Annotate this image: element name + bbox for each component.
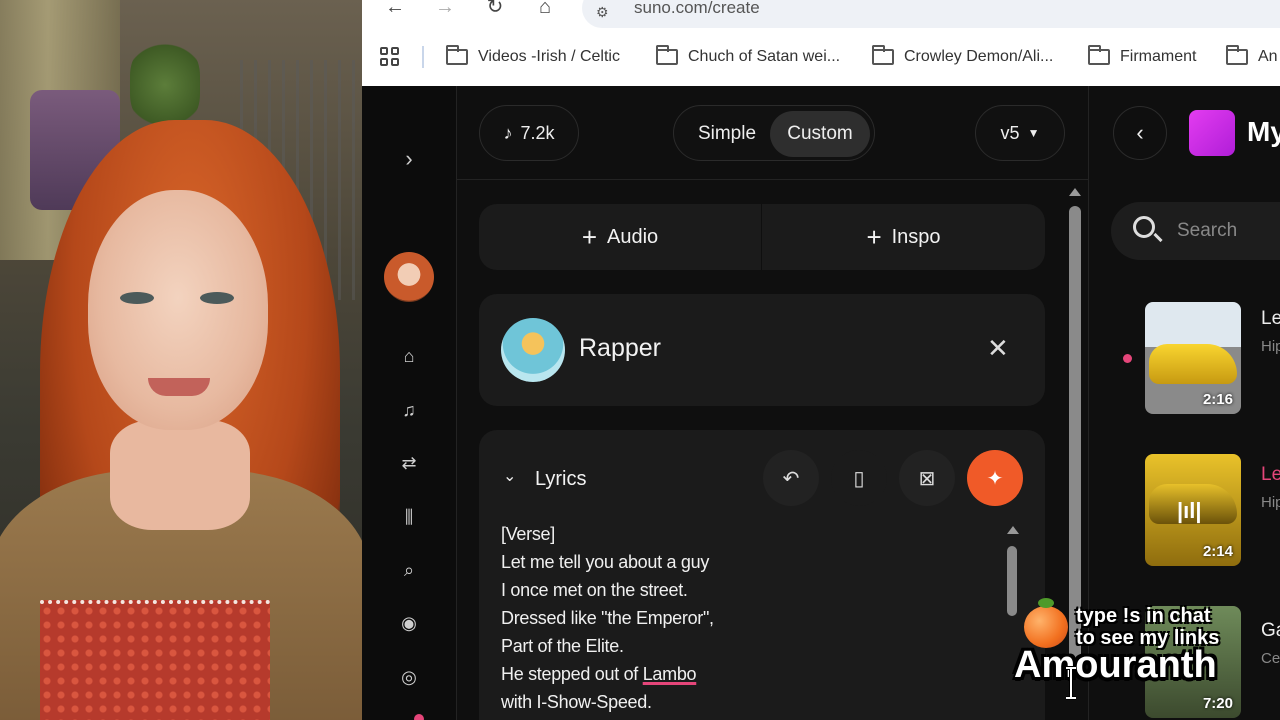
studio-icon[interactable]: ⇄	[398, 452, 420, 474]
version-dropdown[interactable]: v5 ▼	[975, 105, 1065, 161]
playing-bars-icon: |ıl|	[1177, 498, 1202, 523]
avatar[interactable]	[384, 252, 434, 302]
plus-icon: +	[866, 221, 882, 252]
bookmark-icon[interactable]: ▯	[831, 450, 887, 506]
library-icon[interactable]: ⫼	[398, 506, 420, 528]
clear-icon[interactable]: ⊠	[899, 450, 955, 506]
tab-custom[interactable]: Custom	[770, 111, 870, 157]
webcam-feed	[0, 0, 362, 720]
folder-icon	[1226, 45, 1248, 65]
scroll-up-icon[interactable]	[1007, 526, 1019, 534]
forward-arrow-icon[interactable]: →	[430, 0, 460, 18]
song-genre: Hip	[1261, 494, 1280, 511]
persona-card[interactable]: Rapper ✕	[479, 294, 1045, 406]
bookmark-folder[interactable]: Firmament	[1088, 45, 1196, 68]
stream-overlay: type !s in chat to see my links Amourant…	[1010, 598, 1280, 720]
lyrics-label[interactable]: Lyrics	[535, 468, 586, 491]
lyrics-line: He stepped out of Lambo	[501, 664, 697, 684]
bookmarks-separator	[422, 46, 424, 68]
reload-icon[interactable]: ↻	[480, 0, 510, 18]
song-genre: Hip	[1261, 338, 1280, 355]
create-topbar: ♪ 7.2k Simple Custom v5 ▼	[457, 86, 1089, 180]
lyrics-line: I once met on the street.	[501, 580, 688, 600]
streamer-neck	[110, 420, 250, 530]
persona-image	[501, 318, 565, 382]
lyrics-line: Let me tell you about a guy	[501, 552, 710, 572]
browser-chrome: ← → ↻ ⌂ ⚙ suno.com/create Videos -Irish …	[362, 0, 1280, 86]
workspace-thumbnail	[1189, 110, 1235, 156]
close-icon[interactable]: ✕	[987, 334, 1009, 362]
back-button[interactable]: ‹	[1113, 106, 1167, 160]
text-cursor-icon	[1066, 666, 1076, 700]
music-note-icon: ♪	[503, 122, 513, 143]
magic-wand-icon[interactable]: ✦	[967, 450, 1023, 506]
tab-simple[interactable]: Simple	[680, 111, 774, 157]
url-text[interactable]: suno.com/create	[634, 0, 760, 18]
lyrics-line: Part of the Elite.	[501, 636, 624, 656]
site-settings-icon[interactable]: ⚙	[596, 4, 614, 20]
now-playing-dot	[1123, 354, 1132, 363]
add-audio-button[interactable]: + Audio	[479, 204, 762, 270]
plus-icon: +	[581, 221, 598, 252]
bookmark-folder[interactable]: Chuch of Satan wei...	[656, 45, 840, 68]
address-bar[interactable]: ⚙ suno.com/create	[582, 0, 1280, 28]
caret-down-icon: ▼	[1027, 126, 1040, 140]
folder-icon	[872, 45, 894, 65]
song-duration: 2:16	[1202, 391, 1233, 408]
streamer-eye	[120, 292, 154, 304]
lyrics-line: [Verse]	[501, 524, 555, 544]
scroll-up-icon[interactable]	[1069, 188, 1081, 196]
song-title[interactable]: Le	[1261, 308, 1280, 330]
workspace-title[interactable]: My	[1247, 116, 1280, 148]
streamer-mouth	[148, 378, 210, 396]
undo-icon[interactable]: ↶	[763, 450, 819, 506]
home-icon[interactable]: ⌂	[398, 345, 420, 367]
car-image	[1149, 344, 1237, 384]
create-music-icon[interactable]: ♫	[398, 399, 420, 421]
apps-grid-icon[interactable]	[380, 47, 400, 67]
song-thumbnail[interactable]: |ıl| 2:14	[1145, 454, 1241, 566]
back-arrow-icon[interactable]: ←	[380, 0, 410, 18]
explore-compass-icon[interactable]: ◎	[398, 666, 420, 688]
mode-toggle: Simple Custom	[673, 105, 875, 161]
streamer-top	[40, 600, 270, 720]
search-icon[interactable]: ⌕	[398, 559, 420, 581]
radio-icon[interactable]: ◉	[398, 612, 420, 634]
streamer-name: Amouranth	[1014, 644, 1217, 686]
search-placeholder: Search	[1177, 220, 1238, 241]
misspelled-word: Lambo	[642, 664, 697, 684]
background-plant	[130, 40, 200, 130]
folder-icon	[446, 45, 468, 65]
lyrics-line: Dressed like "the Emperor",	[501, 608, 714, 628]
folder-icon	[656, 45, 678, 65]
lyrics-line: with I-Show-Speed.	[501, 692, 652, 712]
overlay-line: type !s in chat	[1076, 605, 1211, 627]
lyrics-textarea[interactable]: [Verse] Let me tell you about a guy I on…	[501, 520, 1001, 716]
chevron-down-icon[interactable]: ⌄	[503, 466, 516, 486]
expand-chevron-icon[interactable]: ›	[398, 148, 420, 170]
streamer-eye	[200, 292, 234, 304]
bookmark-folder[interactable]: An	[1226, 45, 1278, 68]
create-panel: ♪ 7.2k Simple Custom v5 ▼ + Audio + Inspo …	[456, 86, 1089, 720]
browser-nav: ← → ↻ ⌂ ⚙ suno.com/create	[362, 0, 1280, 38]
bookmark-folder[interactable]: Crowley Demon/Ali...	[872, 45, 1053, 68]
song-duration: 2:14	[1202, 543, 1233, 560]
credits-button[interactable]: ♪ 7.2k	[479, 105, 579, 161]
sidebar-rail: › ⌂ ♫ ⇄ ⫼ ⌕ ◉ ◎	[362, 86, 456, 720]
lyrics-card: ⌄ Lyrics ↶ ▯ ⊠ ✦ [Verse] Let me tell you…	[479, 430, 1045, 720]
song-thumbnail[interactable]: 2:16	[1145, 302, 1241, 414]
search-icon	[1133, 216, 1155, 238]
add-inspo-button[interactable]: + Inspo	[762, 204, 1045, 270]
bookmark-folder[interactable]: Videos -Irish / Celtic	[446, 45, 620, 68]
home-icon[interactable]: ⌂	[530, 0, 560, 18]
song-title[interactable]: Le	[1261, 464, 1280, 486]
bookmarks-bar: Videos -Irish / Celtic Chuch of Satan we…	[362, 38, 1280, 86]
persona-name: Rapper	[579, 334, 661, 362]
peach-icon	[1024, 598, 1068, 648]
notification-dot	[414, 714, 424, 720]
add-sources-card: + Audio + Inspo	[479, 204, 1045, 270]
folder-icon	[1088, 45, 1110, 65]
search-input[interactable]: Search	[1111, 202, 1280, 260]
